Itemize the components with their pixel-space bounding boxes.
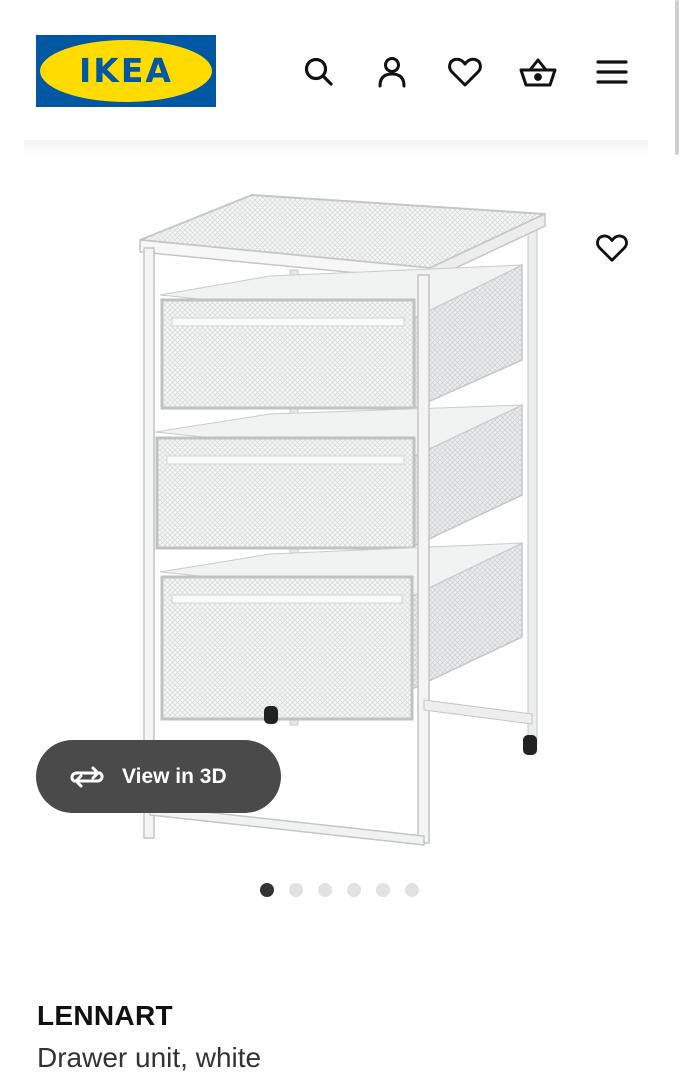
search-icon[interactable] — [297, 50, 341, 94]
pagination-dot-4[interactable] — [347, 883, 361, 897]
header: IKEA — [0, 0, 685, 140]
pagination-dot-2[interactable] — [289, 883, 303, 897]
rotate-3d-icon — [70, 766, 104, 787]
image-pagination — [260, 882, 434, 898]
hamburger-menu-icon[interactable] — [590, 50, 634, 94]
header-divider — [24, 140, 648, 158]
heart-icon[interactable] — [443, 50, 487, 94]
product-description: Drawer unit, white — [37, 1042, 262, 1073]
pagination-dot-3[interactable] — [318, 883, 332, 897]
ikea-logo[interactable]: IKEA — [36, 35, 216, 107]
user-icon[interactable] — [370, 50, 414, 94]
pagination-dot-5[interactable] — [376, 883, 390, 897]
pagination-dot-6[interactable] — [405, 883, 419, 897]
view-in-3d-button[interactable]: View in 3D — [36, 740, 281, 813]
product-name: LENNART — [37, 1000, 173, 1031]
favorite-heart-icon[interactable] — [590, 226, 634, 270]
view-in-3d-label: View in 3D — [122, 764, 227, 788]
pagination-dot-1[interactable] — [260, 883, 274, 897]
scrollbar[interactable] — [675, 0, 679, 155]
logo-text: IKEA — [79, 51, 173, 90]
shopping-basket-icon[interactable] — [516, 50, 560, 94]
